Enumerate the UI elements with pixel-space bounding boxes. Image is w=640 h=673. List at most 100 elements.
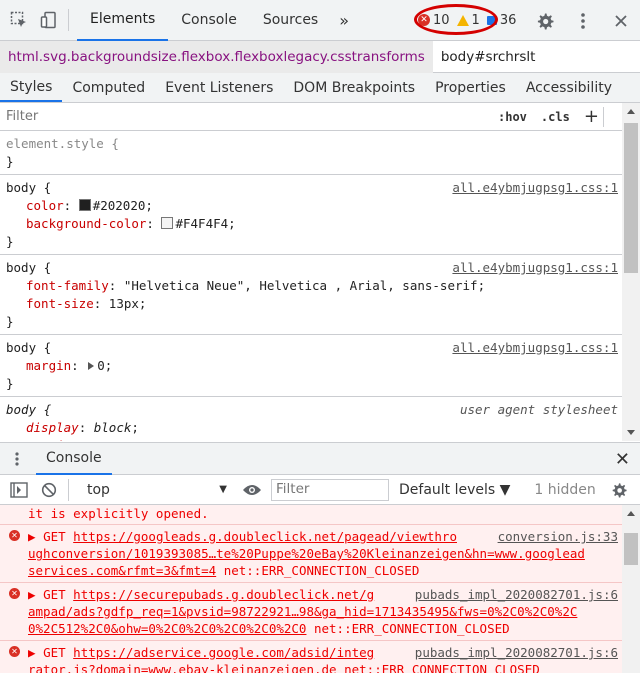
- toolbar-divider: [68, 9, 69, 31]
- breadcrumb-html[interactable]: html.svg.backgroundsize.flexbox.flexboxl…: [0, 40, 433, 73]
- request-url[interactable]: 0%2C512%2C0&ohw=0%2C0%2C0%2C0%2C0%2C0: [28, 621, 306, 636]
- device-toolbar-icon[interactable]: [38, 9, 60, 31]
- declaration[interactable]: font-family: "Helvetica Neue", Helvetica…: [6, 277, 616, 295]
- kebab-menu-icon[interactable]: [572, 10, 594, 32]
- log-levels-dropdown[interactable]: Default levels ▼: [399, 482, 510, 498]
- close-icon[interactable]: ✕: [615, 449, 630, 470]
- request-method: GET: [43, 645, 66, 660]
- declaration: margin: 8px;: [6, 437, 616, 441]
- user-agent-rule[interactable]: user agent stylesheet body { display: bl…: [0, 397, 622, 441]
- drawer-tab-console[interactable]: Console: [36, 443, 112, 475]
- element-style-rule[interactable]: element.style { }: [0, 131, 622, 175]
- tab-event-listeners[interactable]: Event Listeners: [155, 73, 283, 102]
- tab-accessibility[interactable]: Accessibility: [516, 73, 622, 102]
- scroll-down-icon[interactable]: [627, 430, 635, 435]
- declaration[interactable]: background-color: #F4F4F4;: [6, 215, 616, 233]
- console-scrollbar[interactable]: [622, 505, 640, 673]
- declaration[interactable]: margin: 0;: [6, 357, 616, 375]
- more-tabs-button[interactable]: »: [331, 11, 357, 30]
- drawer-header: Console ✕: [0, 442, 640, 475]
- message-icon: [486, 15, 497, 25]
- tab-computed[interactable]: Computed: [62, 73, 155, 102]
- rule-source-link[interactable]: all.e4ybmjugpsg1.css:1: [452, 339, 618, 357]
- request-url[interactable]: https://securepubads.g.doubleclick.net/g: [73, 587, 374, 602]
- styles-scrollbar[interactable]: [622, 103, 640, 441]
- styles-filter-bar: :hov .cls +: [0, 103, 640, 131]
- rule-close: }: [6, 234, 14, 249]
- close-icon[interactable]: [610, 10, 632, 32]
- scrollbar-thumb[interactable]: [624, 123, 638, 273]
- tab-sources[interactable]: Sources: [250, 0, 331, 41]
- style-rule[interactable]: all.e4ybmjugpsg1.css:1 body { color: #20…: [0, 175, 622, 255]
- style-rule[interactable]: all.e4ybmjugpsg1.css:1 body { font-famil…: [0, 255, 622, 335]
- request-url[interactable]: ughconversion/1019393085…te%20Puppe%20eB…: [28, 546, 585, 561]
- rule-source-label: user agent stylesheet: [459, 402, 618, 417]
- error-icon: ✕: [9, 646, 20, 657]
- chevron-down-icon: ▼: [219, 484, 227, 495]
- scroll-up-icon[interactable]: [627, 109, 635, 114]
- request-url[interactable]: ampad/ads?gdfp_req=1&pvsid=98722921…98&g…: [28, 604, 577, 619]
- issue-counters[interactable]: ✕ 10 1 36: [418, 5, 523, 35]
- request-method: GET: [43, 587, 66, 602]
- property-name: background-color: [26, 216, 147, 231]
- rule-close: }: [6, 376, 14, 391]
- tab-elements[interactable]: Elements: [77, 0, 169, 41]
- color-swatch[interactable]: [161, 217, 174, 229]
- styles-pane: element.style { } all.e4ybmjugpsg1.css:1…: [0, 131, 622, 441]
- color-swatch[interactable]: [78, 199, 91, 211]
- property-value: #F4F4F4: [175, 216, 229, 231]
- tab-styles[interactable]: Styles: [0, 73, 63, 102]
- console-error-message: ✕ pubads_impl_2020082701.js:6 ▶ GET http…: [0, 583, 622, 641]
- clear-console-icon[interactable]: [38, 479, 60, 501]
- gear-icon[interactable]: [534, 10, 556, 32]
- expand-triangle-icon[interactable]: ▶: [28, 587, 36, 602]
- inspect-element-icon[interactable]: [8, 9, 30, 31]
- message-source-link[interactable]: conversion.js:33: [498, 528, 618, 545]
- style-rule[interactable]: all.e4ybmjugpsg1.css:1 body { margin: 0;…: [0, 335, 622, 397]
- declaration[interactable]: color: #202020;: [6, 197, 616, 215]
- expand-triangle-icon[interactable]: ▶: [28, 529, 36, 544]
- styles-filter-input[interactable]: [4, 105, 498, 128]
- expand-triangle-icon[interactable]: [88, 362, 95, 370]
- request-url[interactable]: https://adservice.google.com/adsid/integ: [73, 645, 374, 660]
- hov-toggle[interactable]: :hov: [498, 110, 527, 124]
- warning-count[interactable]: 1: [456, 13, 480, 28]
- scroll-up-icon[interactable]: [627, 511, 635, 516]
- tab-dom-breakpoints[interactable]: DOM Breakpoints: [283, 73, 425, 102]
- gear-icon[interactable]: [608, 479, 630, 501]
- rule-close: }: [6, 314, 14, 329]
- message-text: it is explicitly opened.: [28, 506, 209, 521]
- expand-triangle-icon[interactable]: ▶: [28, 645, 36, 660]
- error-count[interactable]: ✕ 10: [418, 13, 450, 28]
- context-selector[interactable]: top ▼: [87, 482, 227, 498]
- request-url[interactable]: rator.js?domain=www.ebay-kleinanzeigen.d…: [28, 662, 337, 673]
- rule-selector: element.style {: [6, 136, 119, 151]
- error-icon: ✕: [418, 14, 430, 26]
- filter-divider: [602, 106, 604, 127]
- console-filter-input[interactable]: Filter: [271, 478, 389, 501]
- rule-source-link[interactable]: all.e4ybmjugpsg1.css:1: [452, 259, 618, 277]
- declaration[interactable]: font-size: 13px;: [6, 295, 616, 313]
- cls-toggle[interactable]: .cls: [541, 110, 570, 124]
- breadcrumb-body[interactable]: body#srchrslt: [433, 41, 544, 73]
- request-url[interactable]: https://googleads.g.doubleclick.net/page…: [73, 529, 457, 544]
- message-source-link[interactable]: pubads_impl_2020082701.js:6: [415, 586, 618, 603]
- error-count-value: 10: [433, 12, 450, 28]
- error-icon: ✕: [9, 588, 20, 599]
- tab-console[interactable]: Console: [168, 0, 250, 41]
- info-count[interactable]: 36: [486, 13, 516, 28]
- scrollbar-thumb[interactable]: [624, 533, 638, 565]
- request-method: GET: [43, 529, 66, 544]
- rule-source-link[interactable]: all.e4ybmjugpsg1.css:1: [452, 179, 618, 197]
- new-rule-button[interactable]: +: [584, 106, 599, 127]
- property-value: 0: [97, 358, 105, 373]
- declaration: display: block;: [26, 420, 139, 435]
- kebab-menu-icon[interactable]: [6, 448, 28, 470]
- request-url[interactable]: services.com&rfmt=3&fmt=4: [28, 563, 216, 578]
- eye-icon[interactable]: [241, 479, 263, 501]
- tab-properties[interactable]: Properties: [425, 73, 516, 102]
- console-messages: it is explicitly opened. ✕ conversion.js…: [0, 505, 622, 673]
- sidebar-toggle-icon[interactable]: [8, 479, 30, 501]
- property-name: margin: [26, 438, 71, 441]
- message-source-link[interactable]: pubads_impl_2020082701.js:6: [415, 644, 618, 661]
